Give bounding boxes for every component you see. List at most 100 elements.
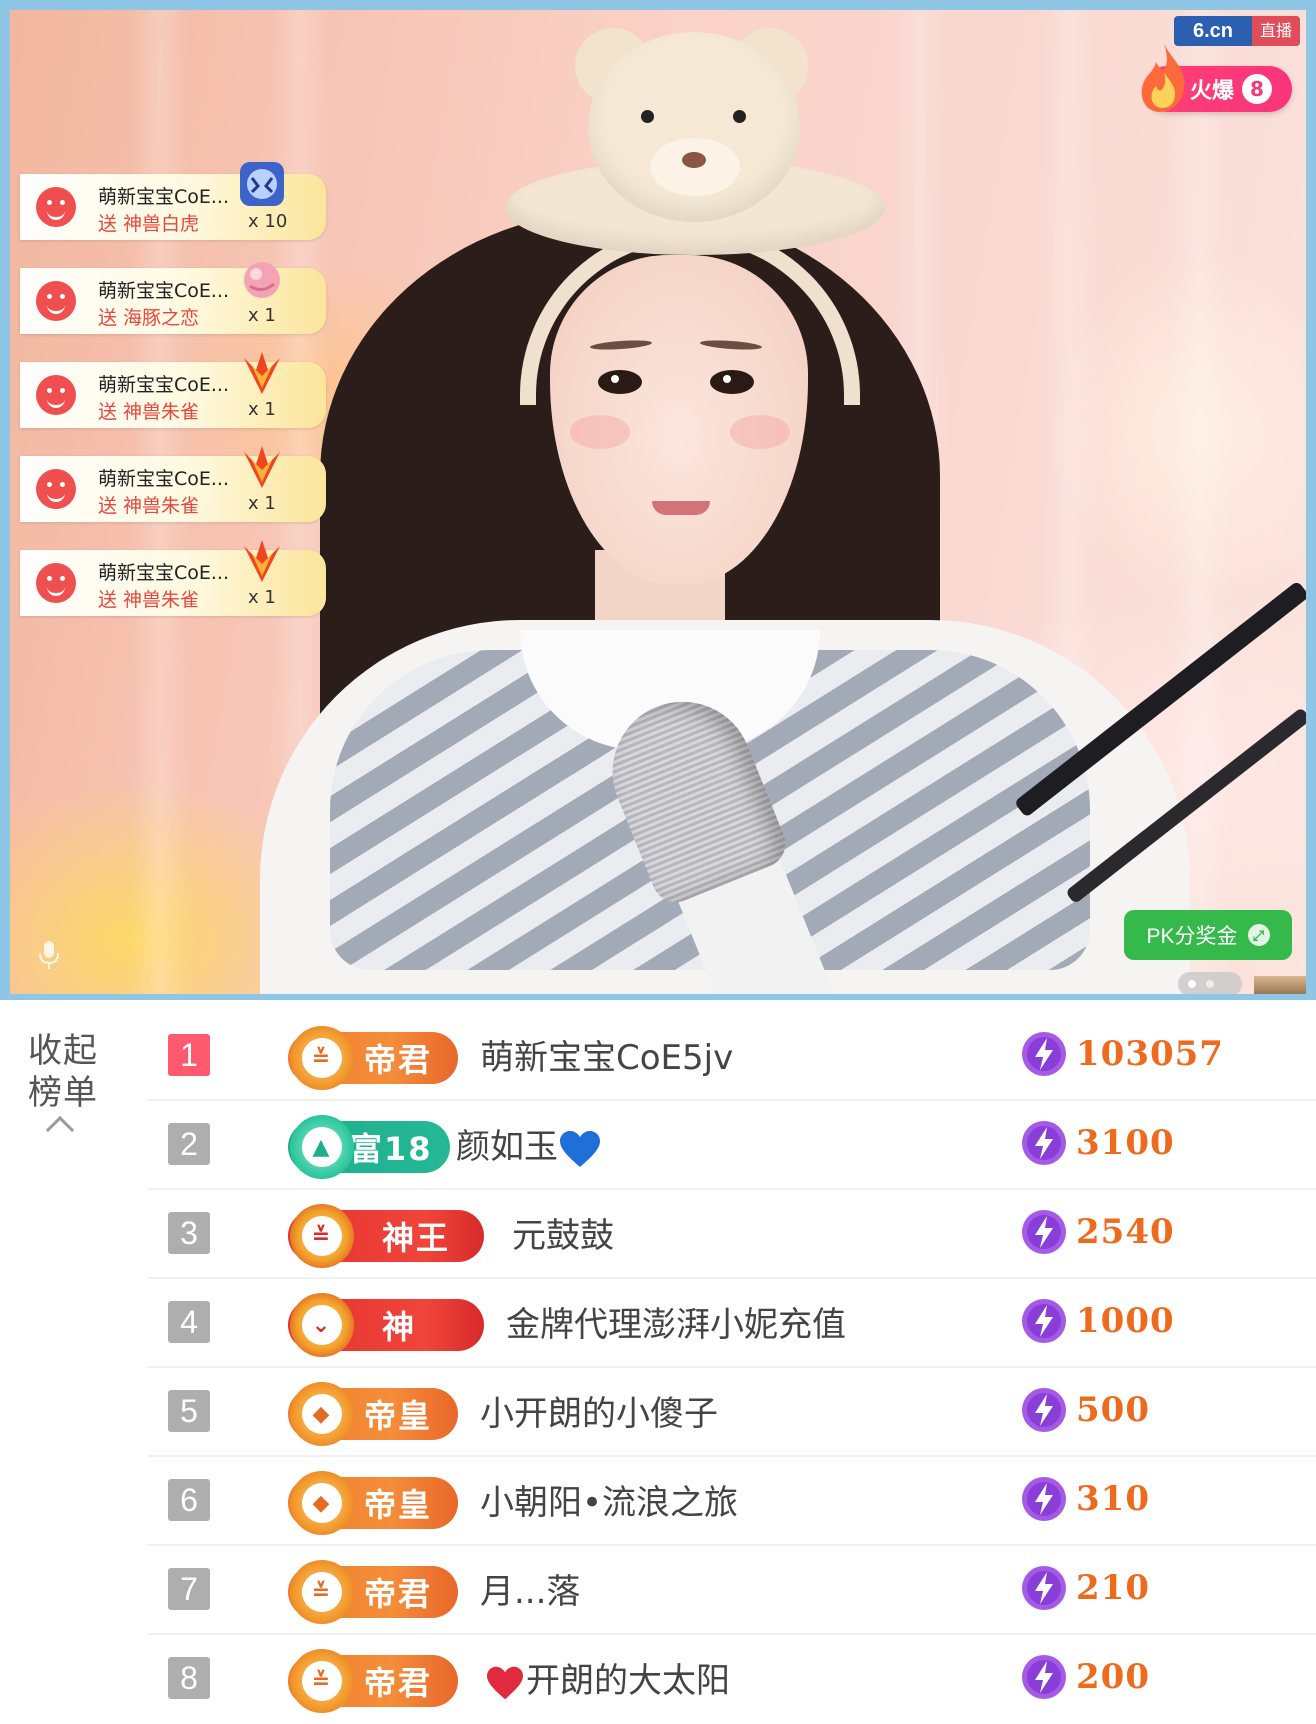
rank-number: 7	[168, 1568, 210, 1610]
pk-bonus-label: PK分奖金	[1146, 925, 1238, 948]
contribution-amount: 310	[1020, 1475, 1150, 1523]
wealth-badge: ▲ 富18	[288, 1115, 450, 1179]
avatar[interactable]	[36, 187, 76, 227]
bear-nose	[682, 152, 706, 168]
rank-number: 2	[168, 1123, 210, 1165]
contribution-amount: 3100	[1020, 1119, 1175, 1167]
cheek	[730, 415, 790, 449]
level-badge-label: 神王	[382, 1219, 451, 1257]
level-emblem-icon: ≚	[290, 1204, 354, 1268]
level-badge: ≚ 神王	[288, 1204, 484, 1268]
level-badge-label: 帝皇	[364, 1397, 433, 1435]
pk-bonus-button[interactable]: PK分奖金 ⤢	[1124, 910, 1292, 960]
username[interactable]: 萌新宝宝CoE5jv	[480, 1030, 733, 1086]
amount-value: 310	[1076, 1479, 1150, 1519]
cheek	[570, 415, 630, 449]
username-with-icon[interactable]: 开朗的大太阳	[484, 1653, 730, 1709]
gift-action: 送 神兽朱雀	[98, 401, 200, 423]
amount-value: 1000	[1076, 1301, 1175, 1341]
level-badge: ◆ 帝皇	[288, 1382, 458, 1446]
level-badge-label: 帝皇	[364, 1486, 433, 1524]
microphone-icon[interactable]	[38, 940, 60, 970]
leaderboard-row[interactable]: 3 ≚ 神王 元鼓鼓 2540	[148, 1190, 1316, 1279]
avatar[interactable]	[36, 563, 76, 603]
bear-eye	[733, 110, 746, 123]
gift-action: 送 神兽朱雀	[98, 589, 200, 611]
live-video[interactable]: 6.cn 直播 火爆 8 萌新宝宝CoE... 送 神兽白虎 x 10 萌新宝宝…	[10, 10, 1306, 994]
level-badge: ≚ 帝君	[288, 1560, 458, 1624]
leaderboard-row[interactable]: 2 ▲ 富18 颜如玉 3100	[148, 1101, 1316, 1190]
site-logo[interactable]: 6.cn 直播	[1174, 16, 1300, 46]
flame-icon	[1141, 44, 1185, 112]
leaderboard-row[interactable]: 8 ≚ 帝君 开朗的大太阳 200	[148, 1635, 1316, 1724]
level-badge-label: 帝君	[364, 1041, 433, 1079]
level-badge: ◆ 帝皇	[288, 1471, 458, 1535]
leaderboard-row[interactable]: 4 ⌄ 神 金牌代理澎湃小妮充值 1000	[148, 1279, 1316, 1368]
username-with-icon[interactable]: 颜如玉	[456, 1119, 602, 1175]
username[interactable]: 小朝阳•流浪之旅	[480, 1475, 738, 1531]
level-badge: ⌄ 神	[288, 1293, 484, 1357]
level-badge-label: 帝君	[364, 1664, 433, 1702]
username[interactable]: 小开朗的小傻子	[480, 1386, 718, 1442]
contribution-amount: 1000	[1020, 1297, 1175, 1345]
username[interactable]: 金牌代理澎湃小妮充值	[506, 1297, 846, 1353]
collapse-leaderboard-button[interactable]: 收起 榜单	[28, 1030, 108, 1145]
leaderboard-row[interactable]: 1 ≚ 帝君 萌新宝宝CoE5jv 103057	[148, 1012, 1316, 1101]
contribution-amount: 103057	[1020, 1030, 1224, 1078]
vermilion-bird-gift-icon	[244, 352, 280, 394]
gift-action: 送 海豚之恋	[98, 307, 200, 329]
gift-action: 送 神兽白虎	[98, 213, 200, 235]
carousel-dots[interactable]	[1178, 972, 1242, 994]
username[interactable]: 月...落	[480, 1564, 580, 1620]
username[interactable]: 元鼓鼓	[512, 1208, 614, 1264]
username: 颜如玉	[456, 1127, 558, 1167]
amount-value: 2540	[1076, 1212, 1175, 1252]
lightning-coin-icon	[1022, 1477, 1066, 1521]
gift-notification[interactable]: 萌新宝宝CoE... 送 海豚之恋 x 1	[20, 262, 326, 334]
vermilion-bird-gift-icon	[244, 446, 280, 488]
rank-number: 1	[168, 1034, 210, 1076]
gift-action: 送 神兽朱雀	[98, 495, 200, 517]
avatar[interactable]	[36, 375, 76, 415]
white-tiger-gift-icon	[240, 162, 284, 206]
lightning-coin-icon	[1022, 1121, 1066, 1165]
leaderboard-row[interactable]: 5 ◆ 帝皇 小开朗的小傻子 500	[148, 1368, 1316, 1457]
gift-count: x 1	[248, 493, 276, 514]
blue-heart-icon	[560, 1130, 600, 1167]
gift-feed: 萌新宝宝CoE... 送 神兽白虎 x 10 萌新宝宝CoE... 送 海豚之恋…	[20, 162, 330, 644]
level-emblem-icon: ⌄	[290, 1293, 354, 1357]
lightning-coin-icon	[1022, 1655, 1066, 1699]
gift-notification[interactable]: 萌新宝宝CoE... 送 神兽朱雀 x 1	[20, 352, 326, 428]
lightning-coin-icon	[1022, 1210, 1066, 1254]
red-heart-icon	[487, 1666, 523, 1699]
gift-count: x 1	[248, 399, 276, 420]
gift-sender-name: 萌新宝宝CoE...	[98, 374, 230, 396]
level-emblem-icon: ◆	[290, 1471, 354, 1535]
gift-notification[interactable]: 萌新宝宝CoE... 送 神兽朱雀 x 1	[20, 540, 326, 616]
collapse-label: 收起 榜单	[28, 1031, 98, 1113]
gift-count: x 10	[248, 211, 288, 232]
level-emblem-icon: ≚	[290, 1560, 354, 1624]
dolphin-love-gift-icon	[244, 262, 280, 298]
level-badge-label: 帝君	[364, 1575, 433, 1613]
gift-notification[interactable]: 萌新宝宝CoE... 送 神兽白虎 x 10	[20, 162, 326, 240]
lightning-coin-icon	[1022, 1566, 1066, 1610]
leaderboard: 1 ≚ 帝君 萌新宝宝CoE5jv 103057 2 ▲ 富18 颜如玉 310…	[148, 1012, 1316, 1724]
level-badge: ≚ 帝君	[288, 1649, 458, 1713]
hot-level-label: 火爆	[1190, 79, 1235, 104]
preview-thumbnail[interactable]	[1254, 976, 1306, 994]
gift-notification[interactable]: 萌新宝宝CoE... 送 神兽朱雀 x 1	[20, 446, 326, 522]
avatar[interactable]	[36, 469, 76, 509]
wealth-emblem-icon: ▲	[290, 1115, 354, 1179]
leaderboard-row[interactable]: 6 ◆ 帝皇 小朝阳•流浪之旅 310	[148, 1457, 1316, 1546]
amount-value: 103057	[1076, 1034, 1224, 1074]
level-badge-label: 神	[382, 1308, 417, 1346]
avatar[interactable]	[36, 281, 76, 321]
gift-sender-name: 萌新宝宝CoE...	[98, 280, 230, 302]
level-badge: ≚ 帝君	[288, 1026, 458, 1090]
live-video-frame[interactable]: 6.cn 直播 火爆 8 萌新宝宝CoE... 送 神兽白虎 x 10 萌新宝宝…	[0, 0, 1316, 1000]
leaderboard-row[interactable]: 7 ≚ 帝君 月...落 210	[148, 1546, 1316, 1635]
lightning-coin-icon	[1022, 1032, 1066, 1076]
logo-live-text: 直播	[1252, 16, 1300, 46]
hot-level-badge[interactable]: 火爆 8	[1141, 44, 1292, 112]
